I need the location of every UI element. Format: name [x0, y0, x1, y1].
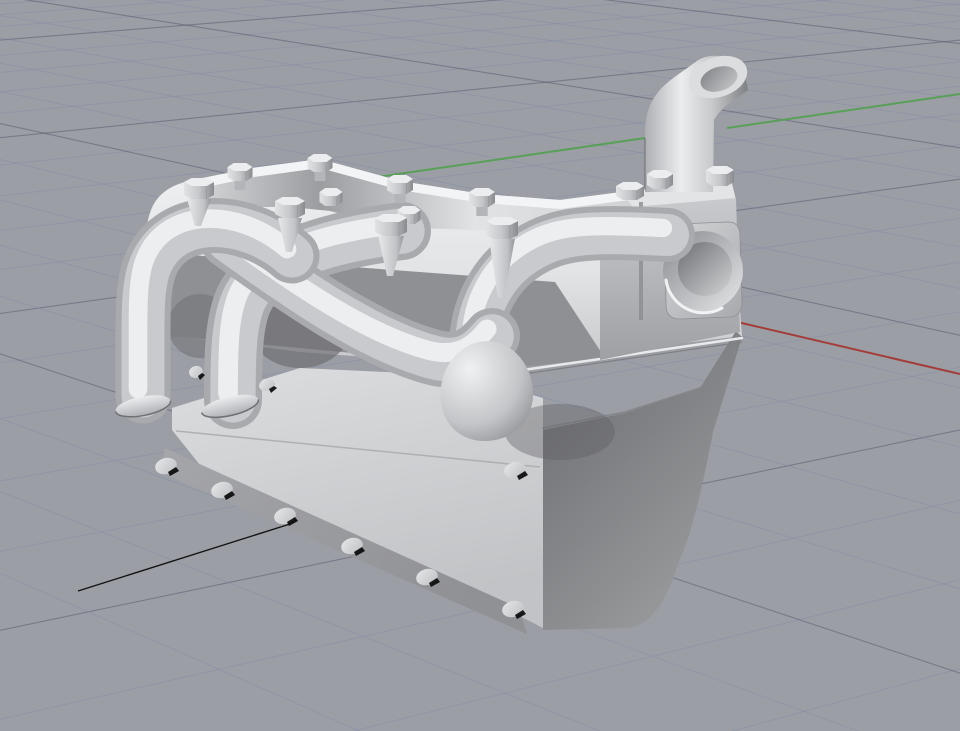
cover-bolt-cone-2-hex: [275, 197, 305, 218]
cover-bolt-mid-1: [320, 188, 343, 206]
endblock-bolt-right: [706, 166, 734, 186]
cad-viewport: [0, 0, 960, 731]
cover-bolt-cone-3-hex: [375, 214, 407, 236]
viewport-canvas[interactable]: [0, 0, 960, 731]
endblock-bolt-left: [647, 170, 673, 189]
cover-bolt-cone-4-hex: [486, 217, 518, 239]
cover-bolt-cone-1-hex: [184, 178, 214, 199]
standoff-bolt: [616, 182, 644, 200]
